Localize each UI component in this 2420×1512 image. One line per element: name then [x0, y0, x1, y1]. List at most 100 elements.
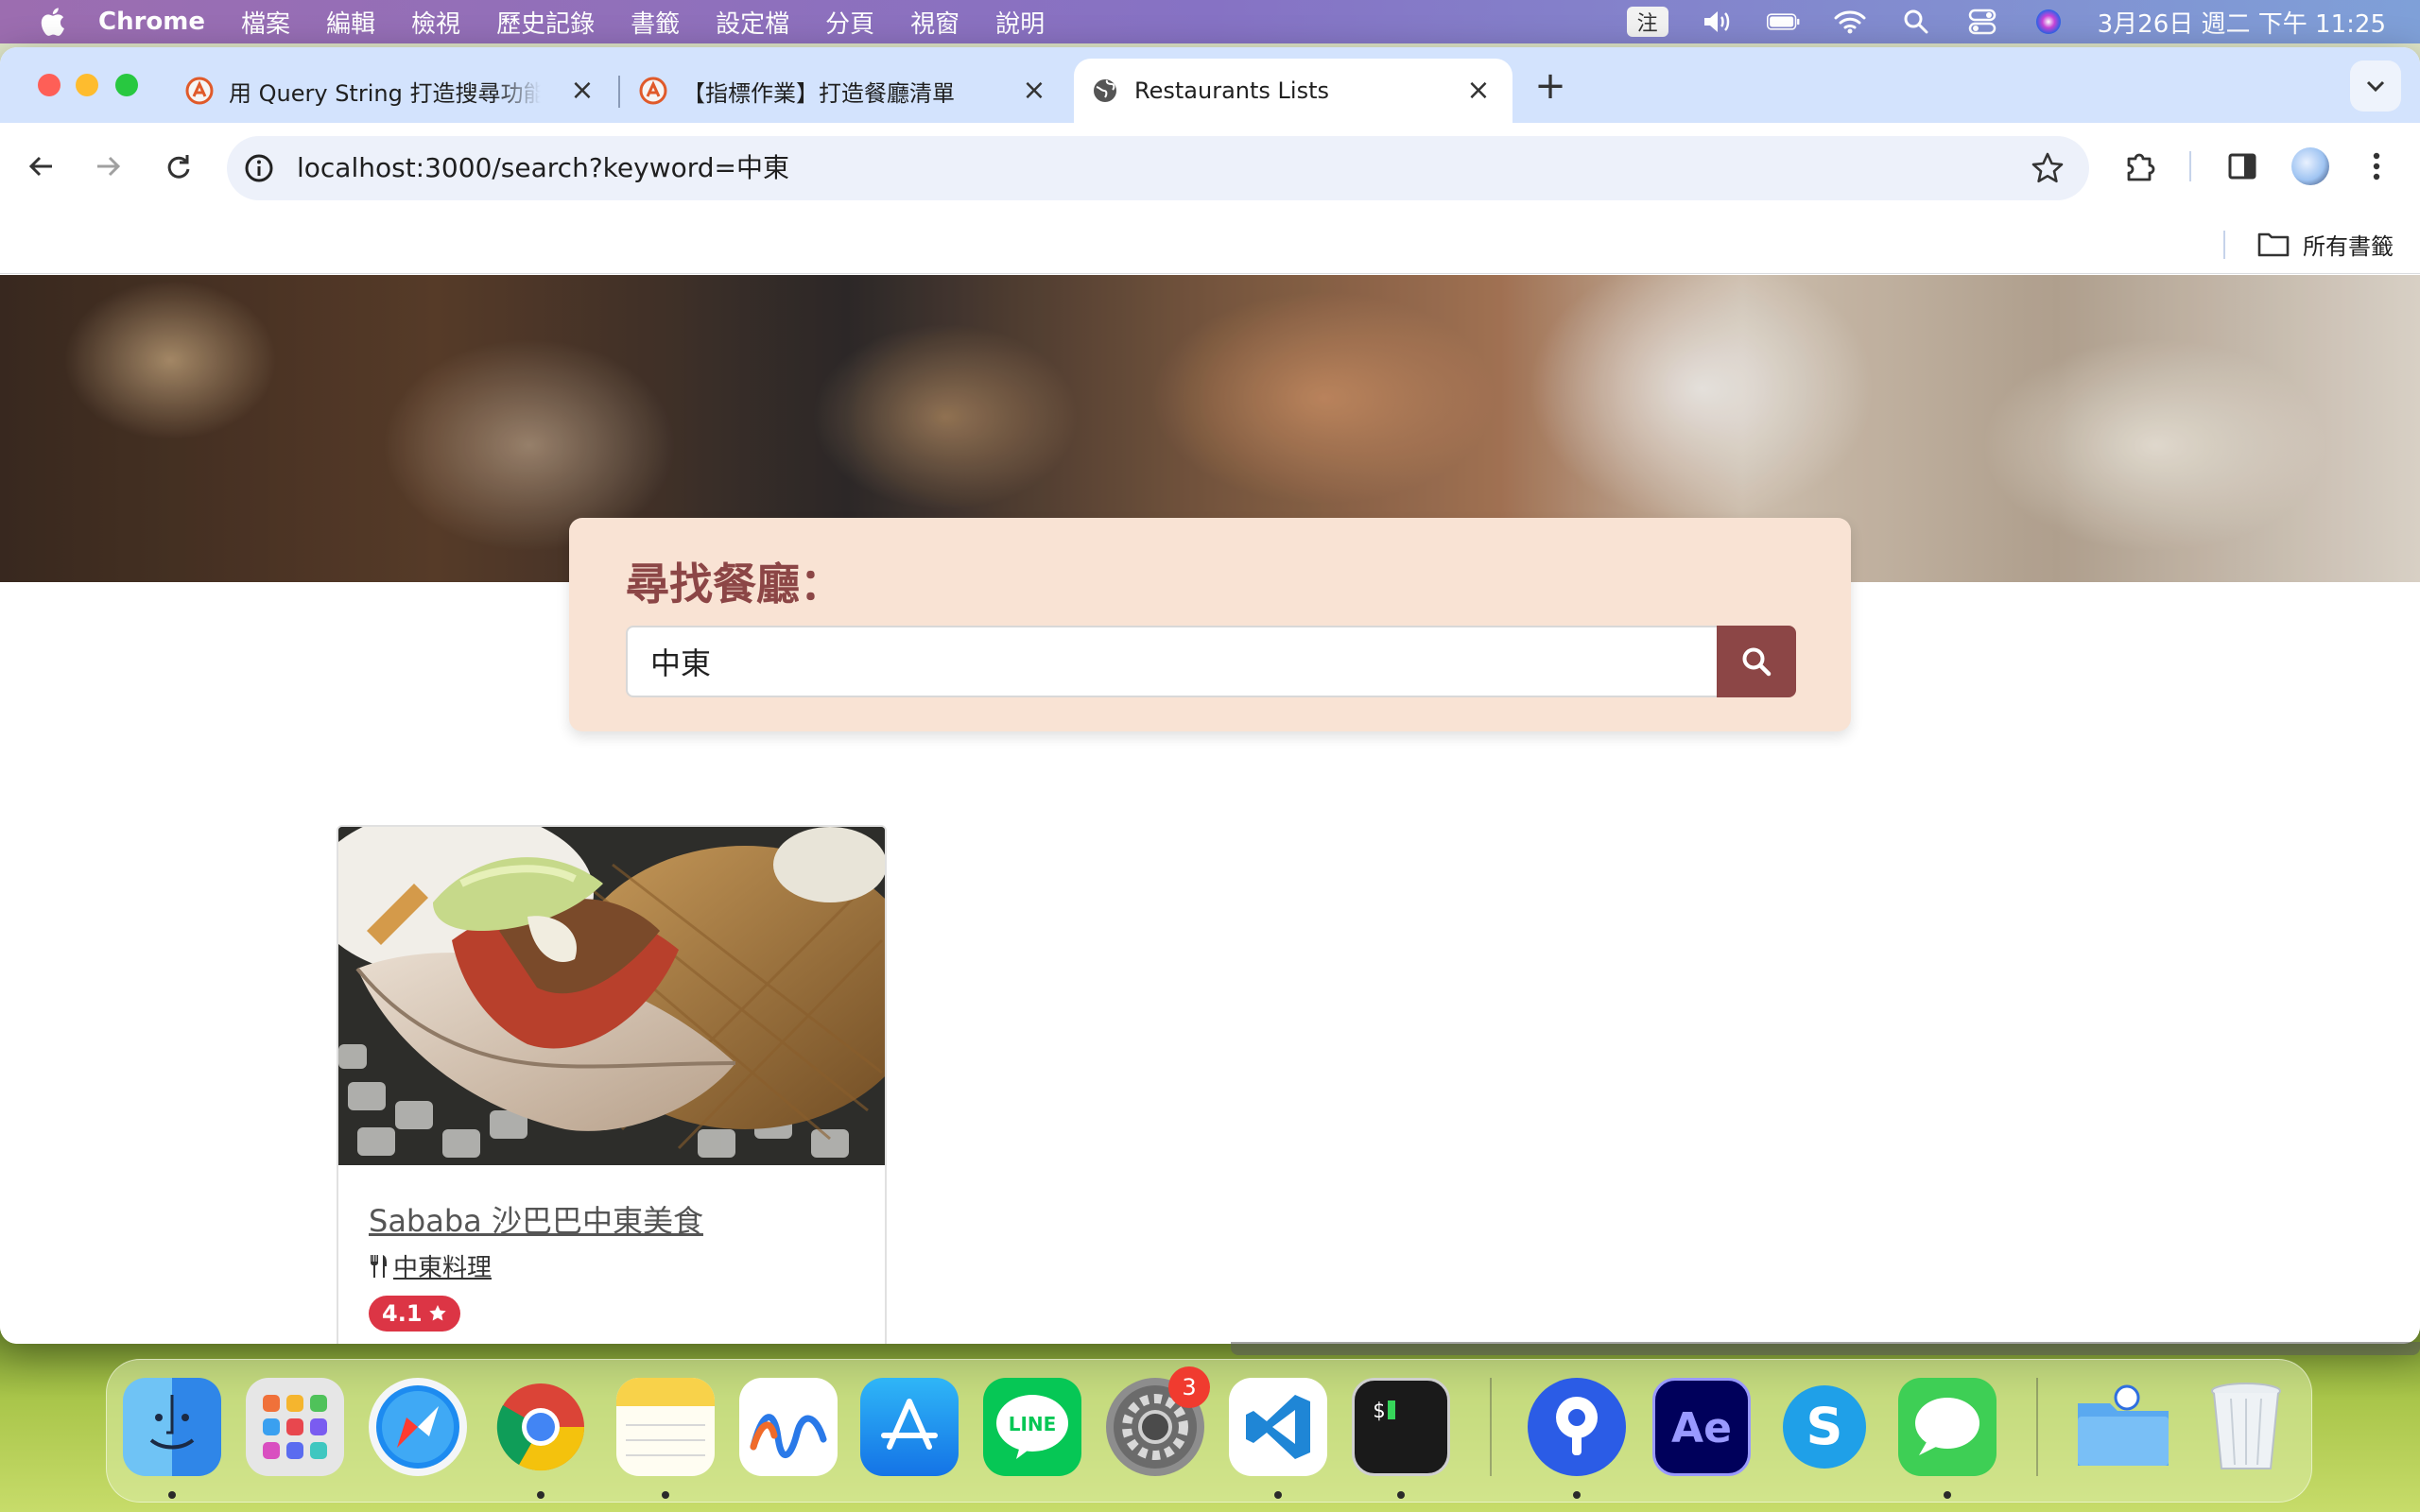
menu-file[interactable]: 檔案 — [241, 5, 290, 40]
dock-notes[interactable] — [616, 1378, 715, 1476]
svg-text:S: S — [1806, 1397, 1843, 1456]
side-panel-icon — [2228, 153, 2256, 180]
dock-messages[interactable] — [1898, 1378, 1996, 1476]
dock-finder[interactable] — [123, 1378, 221, 1476]
menu-tab[interactable]: 分頁 — [825, 5, 874, 40]
new-tab-button[interactable]: + — [1531, 67, 1569, 106]
dock-launchpad[interactable] — [246, 1378, 344, 1476]
dock-terminal[interactable]: $ — [1352, 1378, 1450, 1476]
battery-icon[interactable] — [1766, 8, 1801, 36]
chrome-menu-button[interactable] — [2356, 146, 2397, 187]
search-title: 尋找餐廳： — [626, 558, 843, 610]
address-bar[interactable]: localhost:3000/search?keyword=中東 — [227, 136, 2089, 200]
globe-icon — [1094, 79, 1116, 102]
search-input[interactable] — [626, 626, 1720, 697]
menu-app-name[interactable]: Chrome — [98, 8, 205, 36]
dock-safari[interactable] — [369, 1378, 467, 1476]
input-method-indicator[interactable]: 注 — [1626, 7, 1668, 37]
dock-vscode[interactable] — [1229, 1378, 1327, 1476]
arrow-right-icon — [97, 156, 121, 177]
extensions-button[interactable] — [2119, 146, 2161, 187]
search-button[interactable] — [1717, 626, 1796, 697]
tab-close-icon[interactable]: × — [1021, 77, 1047, 105]
after-effects-icon: Ae — [1671, 1404, 1732, 1452]
menu-profiles[interactable]: 設定檔 — [716, 5, 789, 40]
finder-icon — [149, 1395, 195, 1450]
folder-icon — [2257, 232, 2290, 257]
dock-trash[interactable] — [2197, 1378, 2295, 1476]
tab-title: 【指標作業】打造餐廳清單 — [683, 79, 955, 107]
rating-badge: 4.1 — [369, 1296, 460, 1332]
menu-bar-clock[interactable]: 3月26日 週二 下午 11:25 — [2098, 5, 2386, 40]
tab-search-button[interactable] — [2350, 60, 2401, 112]
tab-restaurants-lists[interactable]: Restaurants Lists × — [1074, 59, 1512, 123]
svg-text:LINE: LINE — [1009, 1413, 1057, 1435]
running-indicator — [168, 1491, 176, 1499]
control-center-icon[interactable] — [1965, 8, 1999, 36]
rating-value: 4.1 — [382, 1300, 423, 1327]
window-close-button[interactable] — [38, 74, 60, 96]
chevron-down-icon — [2366, 80, 2385, 93]
dock-skype[interactable]: S — [1775, 1378, 1874, 1476]
dock-proton-pass[interactable] — [1528, 1378, 1626, 1476]
restaurant-card[interactable]: Sababa 沙巴巴中東美食 中東料理 4.1 — [337, 825, 887, 1344]
dock-app-store[interactable] — [860, 1378, 959, 1476]
svg-text:$: $ — [1373, 1400, 1385, 1423]
spotlight-search-icon[interactable] — [1899, 8, 1933, 36]
tab-query-string[interactable]: 用 Query String 打造搜尋功能 × — [185, 59, 616, 123]
apple-menu-icon[interactable] — [38, 7, 66, 37]
toolbar-divider — [2189, 151, 2191, 181]
puzzle-piece-icon — [2127, 153, 2155, 181]
profile-avatar[interactable] — [2291, 147, 2329, 185]
menu-edit[interactable]: 編輯 — [326, 5, 375, 40]
window-zoom-button[interactable] — [115, 74, 138, 96]
dock-chrome[interactable] — [492, 1378, 590, 1476]
menu-view[interactable]: 檢視 — [411, 5, 460, 40]
window-shadow-edge — [1231, 1342, 2420, 1355]
chrome-window: 用 Query String 打造搜尋功能 × 【指標作業】打造餐廳清單 × R… — [0, 47, 2420, 1344]
terminal-icon: $ — [1373, 1400, 1395, 1423]
menu-history[interactable]: 歷史記錄 — [496, 5, 595, 40]
chrome-logo-icon — [496, 1383, 585, 1471]
dock-after-effects[interactable]: Ae — [1652, 1378, 1751, 1476]
running-indicator — [1944, 1491, 1951, 1499]
siri-icon[interactable] — [2031, 8, 2066, 36]
restaurant-photo[interactable] — [338, 827, 885, 1165]
reload-button[interactable] — [157, 146, 199, 187]
dock-freeform[interactable] — [739, 1378, 838, 1476]
reload-icon — [167, 155, 190, 179]
bookmarks-bar: 所有書籤 — [0, 214, 2420, 274]
menu-help[interactable]: 說明 — [995, 5, 1045, 40]
side-panel-button[interactable] — [2221, 146, 2263, 187]
bookmark-star-icon[interactable] — [2031, 151, 2065, 185]
tab-close-icon[interactable]: × — [569, 77, 596, 105]
bookmarks-divider — [2223, 231, 2225, 259]
dock-line[interactable]: LINE — [983, 1378, 1081, 1476]
all-bookmarks-folder[interactable]: 所有書籤 — [2257, 225, 2394, 263]
wifi-icon[interactable] — [1833, 8, 1867, 36]
menu-window[interactable]: 視窗 — [910, 5, 959, 40]
skype-icon: S — [1783, 1385, 1866, 1469]
app-store-icon — [881, 1399, 938, 1450]
running-indicator — [662, 1491, 669, 1499]
window-minimize-button[interactable] — [76, 74, 98, 96]
dock-folder[interactable] — [2074, 1378, 2172, 1476]
line-chat-icon: LINE — [996, 1395, 1068, 1459]
tab-homework[interactable]: 【指標作業】打造餐廳清單 × — [639, 59, 1068, 123]
volume-icon[interactable] — [1701, 8, 1735, 36]
restaurant-category-label[interactable]: 中東料理 — [393, 1248, 492, 1283]
site-info-icon[interactable] — [244, 153, 274, 183]
alpha-camp-favicon — [185, 77, 214, 105]
tab-close-icon[interactable]: × — [1465, 77, 1492, 105]
restaurant-category[interactable]: 中東料理 — [369, 1248, 492, 1283]
tab-title: Restaurants Lists — [1134, 77, 1329, 104]
menu-bookmarks[interactable]: 書籤 — [631, 5, 680, 40]
back-button[interactable] — [21, 146, 62, 187]
url-text[interactable]: localhost:3000/search?keyword=中東 — [297, 136, 789, 200]
forward-button[interactable] — [87, 146, 129, 187]
vscode-icon — [1246, 1395, 1310, 1459]
system-settings-badge: 3 — [1168, 1366, 1210, 1408]
more-vertical-icon — [2373, 152, 2380, 180]
restaurant-name-link[interactable]: Sababa 沙巴巴中東美食 — [369, 1197, 703, 1241]
running-indicator — [1573, 1491, 1581, 1499]
